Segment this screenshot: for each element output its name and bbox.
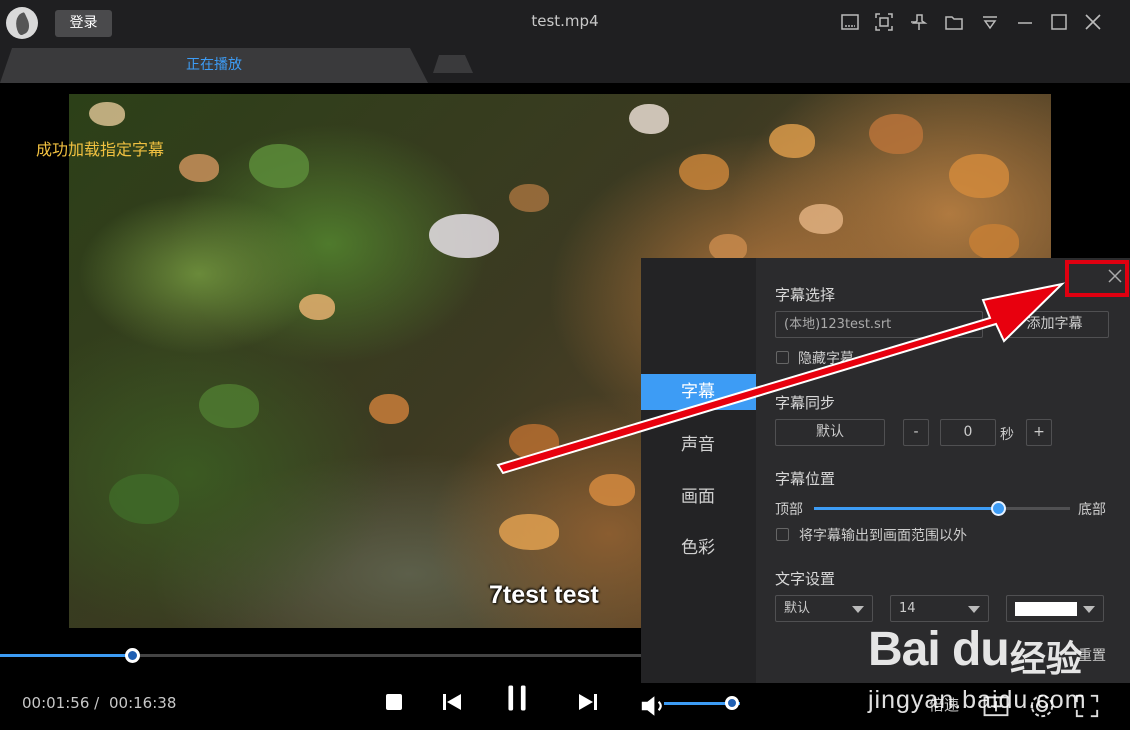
- leaf-shape: [109, 474, 179, 524]
- nav-item-subtitle[interactable]: 字幕: [641, 374, 756, 410]
- butterfly-shape: [499, 514, 559, 550]
- sync-unit-label: 秒: [1000, 427, 1014, 443]
- watermark-logo: Bai du: [868, 623, 1010, 676]
- progress-bar[interactable]: [0, 648, 641, 663]
- volume-handle[interactable]: [725, 696, 739, 710]
- maximize-icon[interactable]: [1049, 12, 1069, 32]
- butterfly-shape: [429, 214, 499, 258]
- close-icon[interactable]: [1083, 12, 1103, 32]
- nav-item-audio[interactable]: 声音: [641, 427, 756, 463]
- current-time: 00:01:56 /: [22, 694, 100, 712]
- watermark-cn-text: 经验: [1010, 639, 1083, 680]
- butterfly-shape: [369, 394, 409, 424]
- highlight-box: [1065, 260, 1129, 297]
- progress-handle[interactable]: [125, 648, 141, 663]
- fullscreen-frame-icon[interactable]: [874, 12, 894, 32]
- hide-subtitle-label: 隐藏字幕: [798, 351, 854, 367]
- butterfly-shape: [89, 102, 125, 126]
- outside-frame-checkbox[interactable]: [776, 528, 789, 541]
- progress-fill: [0, 654, 133, 657]
- font-select-value: 默认: [784, 601, 811, 616]
- butterfly-shape: [799, 204, 843, 234]
- tab-bar: 正在播放: [0, 48, 1130, 83]
- position-top-label: 顶部: [775, 502, 803, 518]
- butterfly-shape: [509, 424, 559, 460]
- stop-button[interactable]: [380, 688, 408, 716]
- nav-item-picture[interactable]: 画面: [641, 479, 756, 515]
- butterfly-shape: [299, 294, 335, 320]
- open-folder-icon[interactable]: [944, 12, 964, 32]
- text-settings-label: 文字设置: [775, 570, 836, 588]
- position-slider[interactable]: [814, 501, 1070, 516]
- position-slider-fill: [814, 507, 999, 510]
- volume-icon[interactable]: [639, 692, 662, 716]
- add-subtitle-button[interactable]: 添加字幕: [1000, 311, 1109, 338]
- stop-icon: [386, 694, 402, 710]
- butterfly-shape: [629, 104, 669, 134]
- skip-next-icon: [579, 694, 597, 710]
- total-time: 00:16:38: [109, 694, 177, 712]
- butterfly-shape: [949, 154, 1009, 198]
- watermark-url: jingyan.baidu.com: [868, 686, 1087, 714]
- video-subtitle: 7test test: [489, 581, 599, 609]
- subtitle-position-label: 字幕位置: [775, 470, 836, 488]
- font-select[interactable]: 默认: [775, 595, 873, 622]
- butterfly-shape: [969, 224, 1019, 260]
- position-slider-handle[interactable]: [991, 501, 1007, 516]
- baidu-watermark: Bai du 经验 jingyan.baidu.com: [862, 606, 1130, 730]
- sync-offset-input[interactable]: 0: [940, 419, 996, 446]
- new-tab-button[interactable]: [433, 55, 473, 73]
- status-message: 成功加载指定字幕: [36, 140, 165, 159]
- position-bottom-label: 底部: [1078, 502, 1106, 518]
- pin-icon[interactable]: [909, 12, 929, 32]
- sync-default-button[interactable]: 默认: [775, 419, 885, 446]
- butterfly-shape: [589, 474, 635, 506]
- mini-player-icon[interactable]: [840, 12, 860, 32]
- outside-frame-label: 将字幕输出到画面范围以外: [799, 528, 967, 544]
- menu-dropdown-icon[interactable]: [980, 12, 1000, 32]
- title-bar: 登录 test.mp4: [0, 0, 1130, 48]
- hide-subtitle-checkbox[interactable]: [776, 351, 789, 364]
- sync-plus-button[interactable]: +: [1026, 419, 1052, 446]
- previous-button[interactable]: [438, 688, 466, 716]
- butterfly-shape: [769, 124, 815, 158]
- tab-now-playing[interactable]: 正在播放: [0, 48, 428, 83]
- nav-item-color[interactable]: 色彩: [641, 530, 756, 566]
- subtitle-file-select[interactable]: (本地)123test.srt: [775, 311, 983, 338]
- skip-previous-icon: [443, 694, 461, 710]
- leaf-shape: [249, 144, 309, 188]
- subtitle-select-label: 字幕选择: [775, 286, 836, 304]
- minimize-icon[interactable]: [1015, 12, 1035, 32]
- pause-icon: [508, 685, 526, 711]
- butterfly-shape: [679, 154, 729, 190]
- pause-button[interactable]: [503, 684, 537, 720]
- next-button[interactable]: [574, 688, 602, 716]
- butterfly-shape: [179, 154, 219, 182]
- butterfly-shape: [869, 114, 923, 154]
- butterfly-shape: [509, 184, 549, 212]
- leaf-shape: [199, 384, 259, 428]
- subtitle-sync-label: 字幕同步: [775, 394, 836, 412]
- sync-minus-button[interactable]: -: [903, 419, 929, 446]
- settings-nav: 字幕 声音 画面 色彩: [641, 258, 756, 683]
